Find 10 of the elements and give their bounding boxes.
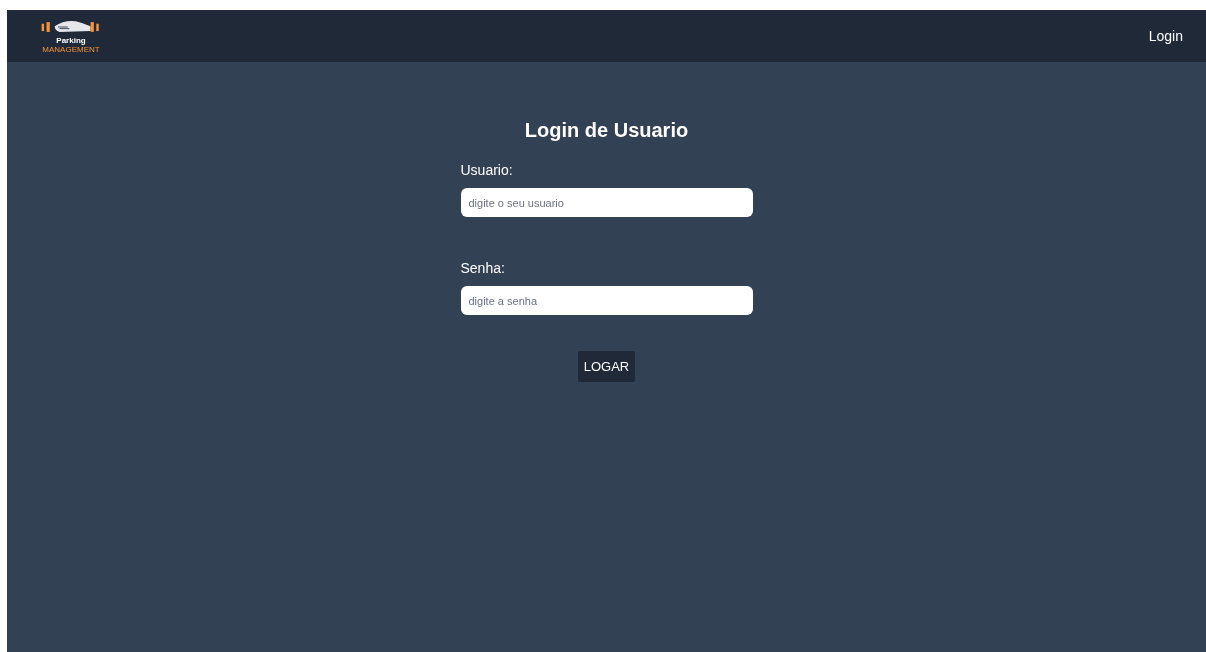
field-label: Senha: (460, 260, 506, 276)
logo[interactable]: Parking MANAGEMENT (31, 18, 111, 54)
form-title: Login de Usuario (524, 118, 689, 142)
field-label: Usuario: (460, 162, 514, 178)
input-field[interactable]: digite o seu usuario (460, 188, 753, 217)
input-field[interactable]: digite a senha (460, 286, 753, 315)
logo-subtitle: MANAGEMENT (42, 45, 100, 54)
logo-title: Parking (56, 36, 86, 45)
login-link[interactable]: Login (1148, 25, 1183, 47)
login-button[interactable]: LOGAR (578, 351, 635, 382)
